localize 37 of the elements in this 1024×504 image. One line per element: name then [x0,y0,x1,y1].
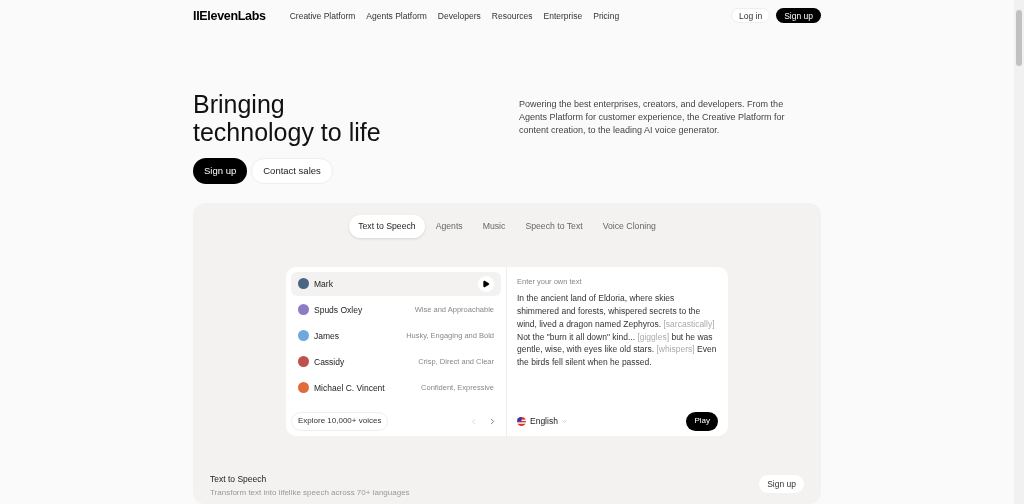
flag-icon [517,417,526,426]
play-icon [482,280,490,288]
next-icon[interactable] [488,417,497,426]
voice-row[interactable]: Mark [291,272,501,296]
signup-button[interactable]: Sign up [193,158,248,184]
voice-name: James [314,329,341,343]
tab[interactable]: Speech to Text [516,215,592,238]
nav-link[interactable]: Agents Platform [366,9,427,23]
editor-text[interactable]: In the ancient land of Eldoria, where skies shimmered and forests, whispered secrets to the wind, lived a dragon named Zephyros. [sarcastically] Not the "burn it all down" kind... [giggles] but he was gentle, wise, with eyes like old stars. [whispers] Even the birds fell silent when he passed. [517,292,718,369]
signup-button[interactable]: Sign up [776,8,821,24]
contact-sales-button[interactable]: Contact sales [251,158,333,184]
play-button[interactable]: Play [686,412,718,431]
login-button[interactable]: Log in [731,8,771,24]
voice-name: Cassidy [314,355,346,369]
hero-title: Bringing [193,90,286,118]
tab[interactable]: Voice Cloning [593,215,665,238]
logo[interactable]: IIElevenLabs [193,6,266,26]
signup-button[interactable]: Sign up [759,475,804,493]
card-subtitle: Transform text into lifelike speech across 70+ languages [210,487,411,498]
nav-link[interactable]: Creative Platform [289,9,356,23]
tab[interactable]: Agents [426,215,472,238]
play-button[interactable] [478,276,494,292]
chevron-down-icon [560,418,568,425]
nav-link[interactable]: Enterprise [543,9,583,23]
hero-title: technology to life [193,118,382,146]
tab[interactable]: Text to Speech [349,215,425,238]
tab[interactable]: Music [473,215,515,238]
voice-name: Michael C. Vincent [314,381,386,395]
language-select[interactable]: English [530,415,568,428]
scrollbar[interactable] [1014,0,1024,504]
nav-link[interactable]: Pricing [593,9,620,23]
nav-link[interactable]: Developers [437,9,481,23]
nav-link[interactable]: Resources [491,9,533,23]
voice-name: Mark [314,277,334,291]
voice-name: Spuds Oxley [314,303,364,317]
card-title: Text to Speech [210,473,268,486]
hero-description: Powering the best enterprises, creators, and developers. From the Agents Platform for customer experience, the Creative Platform for content creation, to the leading AI voice generator. [519,98,786,137]
